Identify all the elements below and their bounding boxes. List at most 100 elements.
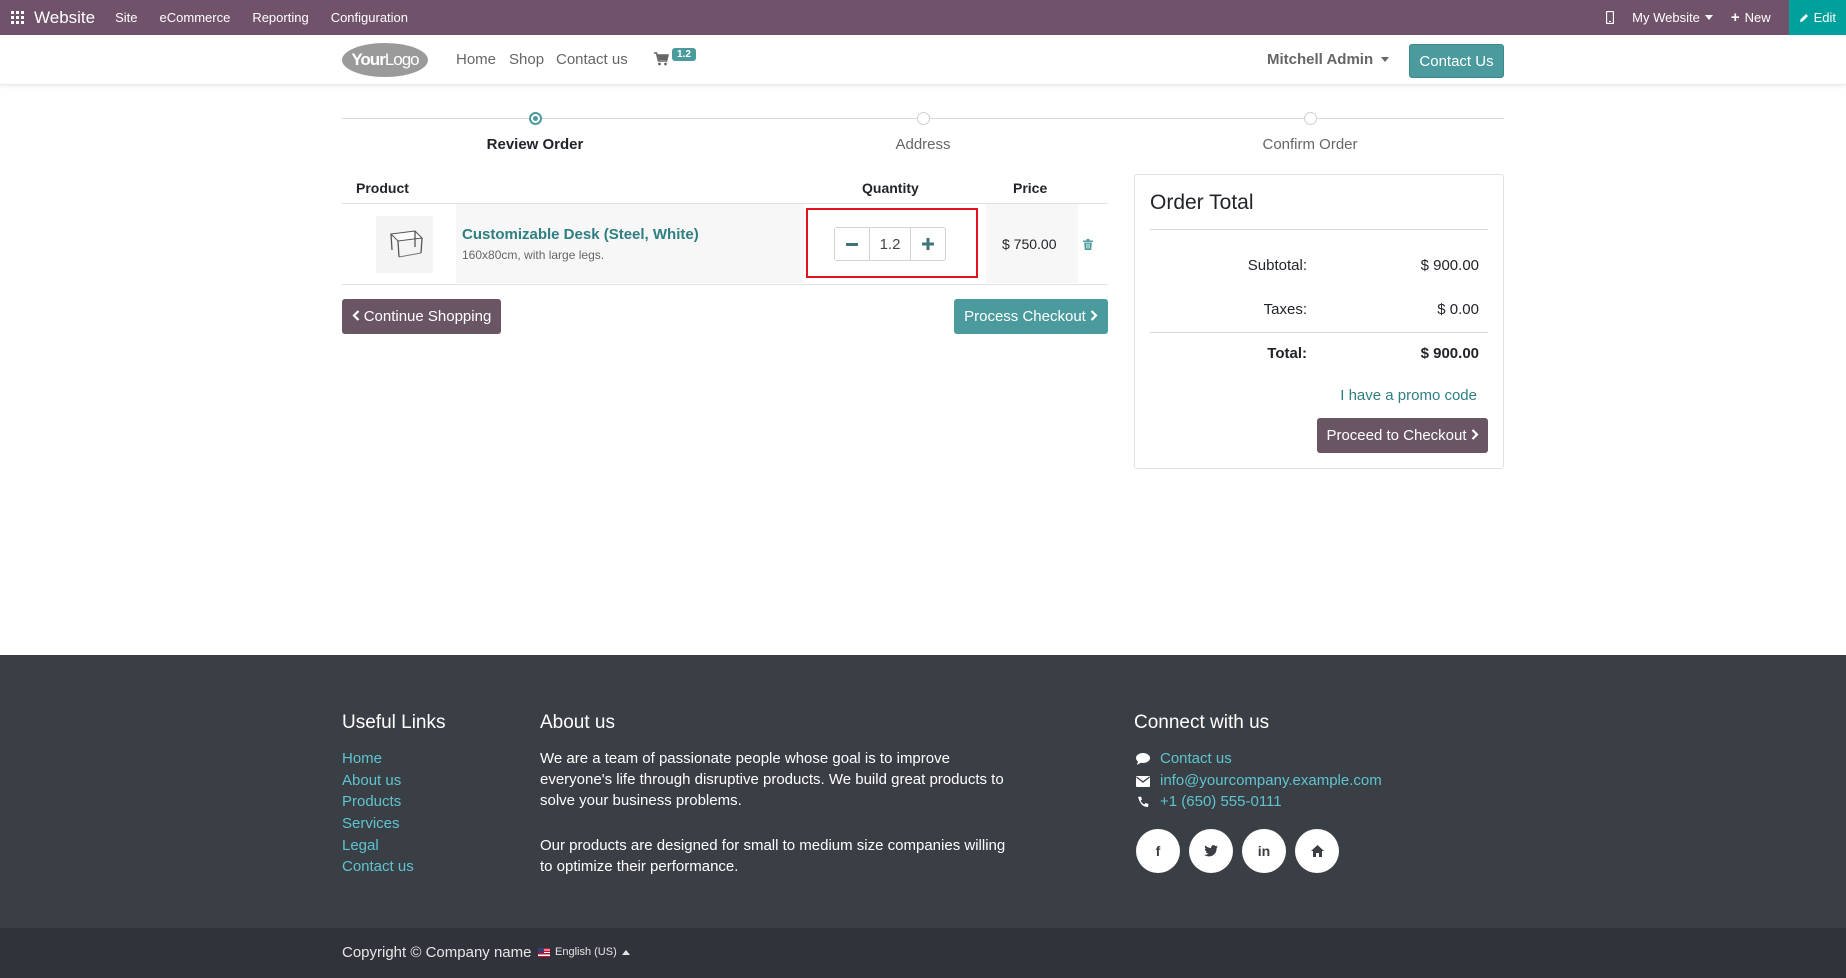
new-label: New bbox=[1744, 10, 1771, 25]
user-menu[interactable]: Mitchell Admin bbox=[1267, 51, 1390, 68]
plus-icon: + bbox=[1730, 9, 1740, 26]
new-button[interactable]: + New bbox=[1731, 9, 1771, 26]
wizard-step-address[interactable]: Address bbox=[895, 136, 950, 153]
wizard-step-review-order: Review Order bbox=[486, 136, 584, 153]
edit-button[interactable]: Edit bbox=[1788, 0, 1846, 35]
trash-icon[interactable] bbox=[1083, 237, 1093, 255]
wizard-step-dot-confirm bbox=[1304, 112, 1317, 125]
caret-down-icon bbox=[1381, 57, 1390, 62]
product-name-link[interactable]: Customizable Desk (Steel, White) bbox=[462, 226, 699, 243]
edit-label: Edit bbox=[1813, 10, 1836, 25]
product-description: 160x80cm, with large legs. bbox=[462, 248, 605, 262]
language-label: English (US) bbox=[555, 946, 617, 958]
taxes-value: $ 0.00 bbox=[1437, 301, 1479, 318]
table-row-divider bbox=[342, 284, 1108, 285]
minus-icon bbox=[846, 242, 858, 246]
footer-link-services[interactable]: Services bbox=[342, 815, 400, 832]
home-icon[interactable] bbox=[1295, 829, 1339, 873]
total-value: $ 900.00 bbox=[1420, 345, 1479, 362]
quantity-input[interactable]: 1.2 bbox=[869, 228, 911, 260]
product-image[interactable] bbox=[376, 216, 433, 273]
nav-contact-us[interactable]: Contact us bbox=[556, 51, 628, 68]
menu-site[interactable]: Site bbox=[115, 10, 137, 25]
process-checkout-button[interactable]: Process Checkout bbox=[954, 299, 1108, 334]
promo-code-link[interactable]: I have a promo code bbox=[1340, 387, 1477, 404]
admin-bar: Website Site eCommerce Reporting Configu… bbox=[0, 0, 1846, 35]
logo-text-your: Your bbox=[351, 50, 385, 69]
continue-shopping-button[interactable]: Continue Shopping bbox=[342, 299, 501, 334]
total-label: Total: bbox=[1267, 345, 1307, 362]
footer-link-products[interactable]: Products bbox=[342, 793, 401, 810]
desk-icon bbox=[389, 229, 423, 257]
continue-shopping-label: Continue Shopping bbox=[363, 308, 492, 325]
column-header-price: Price bbox=[1013, 180, 1048, 196]
about-us-title: About us bbox=[540, 712, 615, 733]
twitter-icon[interactable] bbox=[1189, 829, 1233, 873]
linkedin-letters: in bbox=[1257, 843, 1271, 859]
footer-email-link[interactable]: info@yourcompany.example.com bbox=[1160, 772, 1382, 789]
quantity-stepper: 1.2 bbox=[834, 227, 946, 261]
footer-contact-link[interactable]: Contact us bbox=[1160, 750, 1232, 767]
about-us-paragraph-1: We are a team of passionate people whose… bbox=[540, 750, 1004, 809]
subtotal-label: Subtotal: bbox=[1247, 257, 1307, 274]
useful-links-title: Useful Links bbox=[342, 712, 446, 733]
apps-menu-icon[interactable] bbox=[0, 0, 34, 35]
wizard-step-confirm-order[interactable]: Confirm Order bbox=[1262, 136, 1357, 153]
column-header-quantity: Quantity bbox=[862, 180, 919, 196]
footer-link-home[interactable]: Home bbox=[342, 750, 382, 767]
connect-title: Connect with us bbox=[1134, 712, 1270, 733]
footer-link-contact-us[interactable]: Contact us bbox=[342, 858, 414, 875]
decrease-quantity-button[interactable] bbox=[835, 228, 869, 260]
menu-ecommerce[interactable]: eCommerce bbox=[160, 10, 231, 25]
chevron-left-icon bbox=[352, 308, 360, 325]
subtotal-value: $ 900.00 bbox=[1420, 257, 1479, 274]
footer-link-about-us[interactable]: About us bbox=[342, 772, 401, 789]
website-selector[interactable]: My Website bbox=[1632, 10, 1713, 25]
taxes-label: Taxes: bbox=[1263, 301, 1307, 318]
footer-phone-link[interactable]: +1 (650) 555-0111 bbox=[1160, 793, 1282, 810]
facebook-letter: f bbox=[1155, 843, 1161, 859]
cart-icon[interactable] bbox=[654, 52, 670, 71]
facebook-icon[interactable]: f bbox=[1136, 829, 1180, 873]
order-total-title: Order Total bbox=[1150, 191, 1254, 214]
wizard-step-dot-review bbox=[529, 112, 542, 125]
total-divider bbox=[1150, 332, 1488, 333]
increase-quantity-button[interactable] bbox=[911, 228, 945, 260]
contact-us-button[interactable]: Contact Us bbox=[1409, 44, 1504, 78]
nav-home[interactable]: Home bbox=[456, 51, 496, 68]
comment-icon bbox=[1135, 751, 1151, 767]
product-cell bbox=[456, 204, 804, 283]
website-selector-label: My Website bbox=[1632, 10, 1700, 25]
nav-shop[interactable]: Shop bbox=[509, 51, 544, 68]
twitter-bird-shape bbox=[1204, 845, 1218, 857]
chevron-right-icon bbox=[1471, 427, 1479, 444]
caret-down-icon bbox=[1704, 15, 1713, 20]
menu-configuration[interactable]: Configuration bbox=[331, 10, 408, 25]
process-checkout-label: Process Checkout bbox=[964, 308, 1086, 325]
mobile-preview-icon[interactable] bbox=[1606, 11, 1615, 24]
proceed-to-checkout-label: Proceed to Checkout bbox=[1326, 427, 1467, 444]
home-shape bbox=[1310, 845, 1324, 857]
menu-reporting[interactable]: Reporting bbox=[252, 10, 308, 25]
phone-icon bbox=[1135, 794, 1151, 810]
us-flag-icon bbox=[538, 947, 550, 957]
app-title[interactable]: Website bbox=[34, 8, 95, 28]
cart-count-badge[interactable]: 1.2 bbox=[672, 48, 696, 61]
logo-text-logo: Logo bbox=[384, 50, 420, 69]
linkedin-icon[interactable]: in bbox=[1242, 829, 1286, 873]
about-us-paragraph-2: Our products are designed for small to m… bbox=[540, 837, 1006, 875]
plus-icon bbox=[922, 238, 934, 250]
language-selector[interactable]: English (US) bbox=[538, 946, 630, 958]
chevron-right-icon bbox=[1090, 308, 1098, 325]
line-price: $ 750.00 bbox=[1002, 236, 1057, 252]
caret-up-icon bbox=[621, 949, 630, 955]
footer-link-legal[interactable]: Legal bbox=[342, 837, 379, 854]
site-header: Your Logo Home Shop Contact us 1.2 Mitche… bbox=[0, 35, 1846, 85]
company-logo[interactable]: Your Logo bbox=[342, 43, 428, 77]
order-total-card: Order Total Subtotal: $ 900.00 Taxes: $ … bbox=[1134, 174, 1504, 469]
order-total-divider bbox=[1150, 229, 1488, 230]
copyright-bar: Copyright © Company name English (US) bbox=[0, 928, 1846, 978]
admin-bar-right: My Website + New Edit bbox=[1606, 0, 1846, 35]
proceed-to-checkout-button[interactable]: Proceed to Checkout bbox=[1317, 418, 1488, 453]
wizard-step-dot-address bbox=[917, 112, 930, 125]
